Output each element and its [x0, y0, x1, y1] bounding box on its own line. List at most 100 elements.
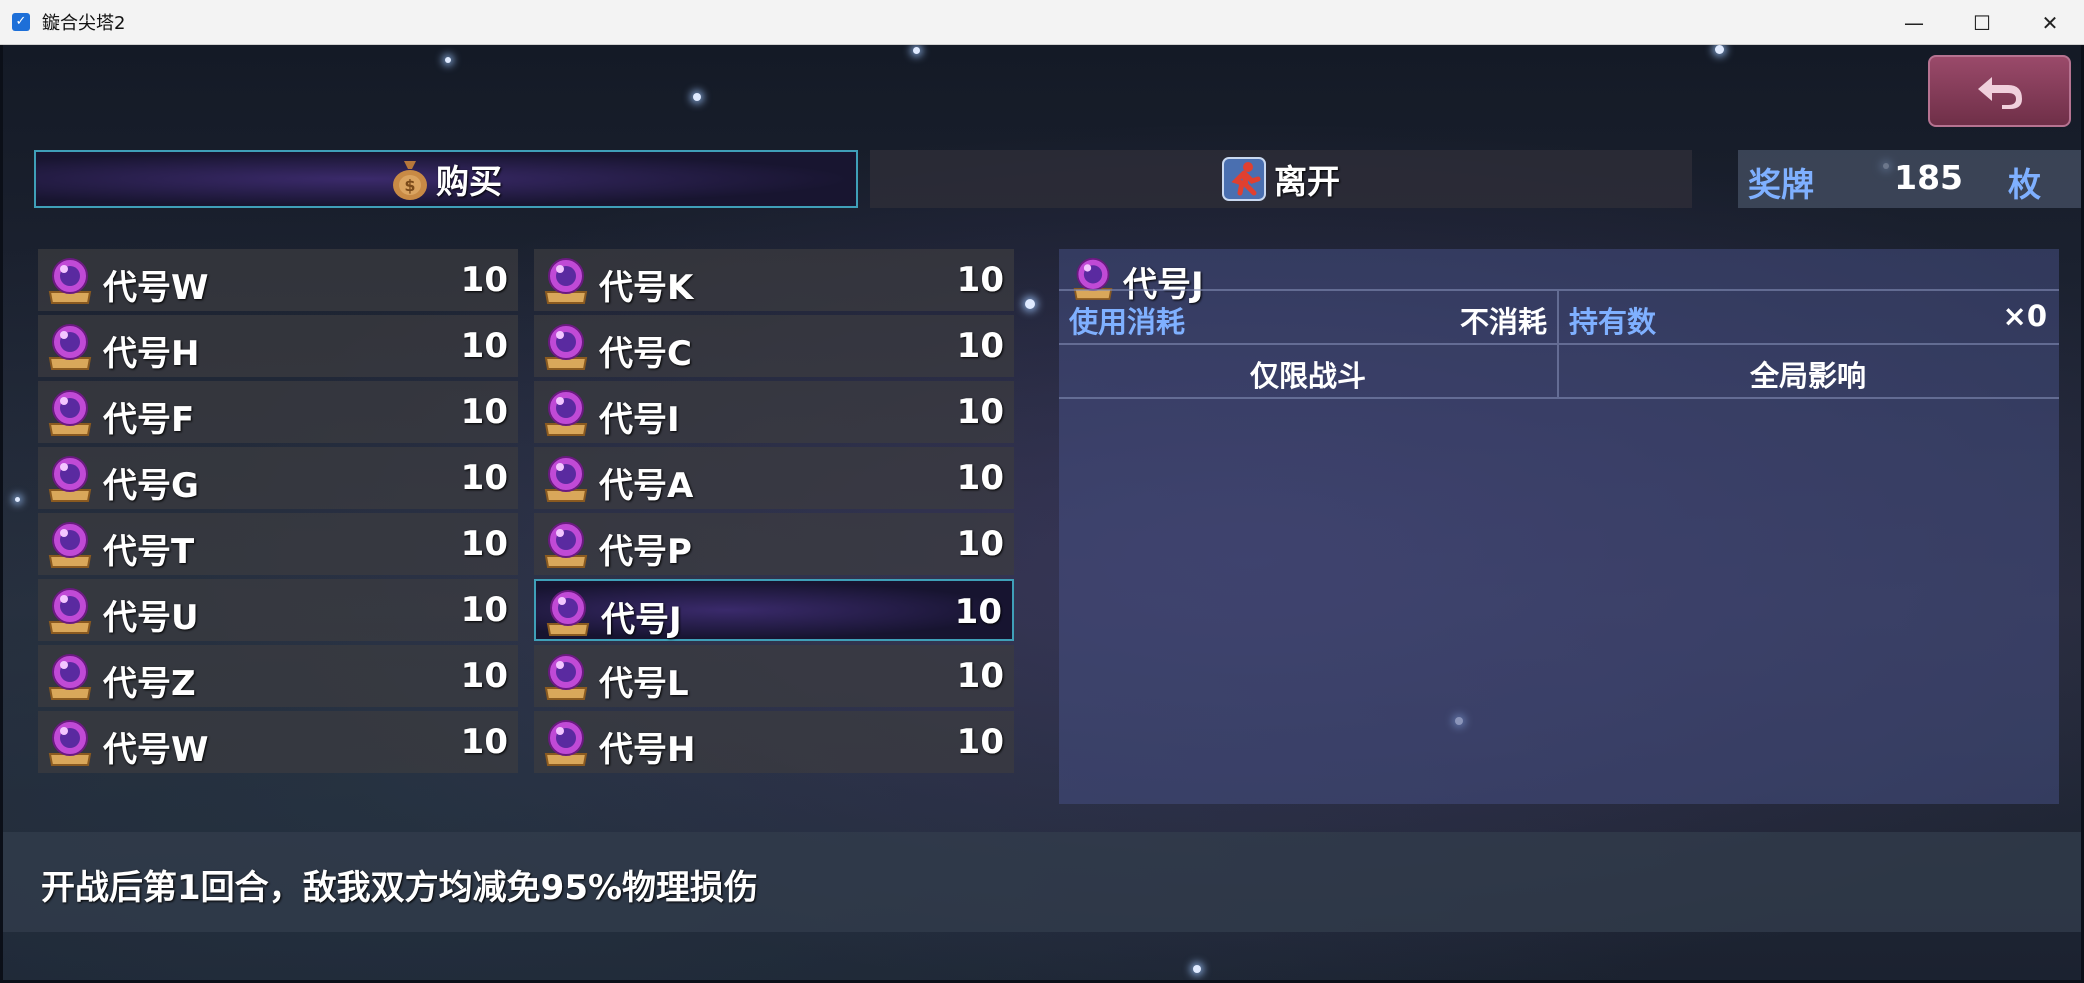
- star-decoration: [1715, 45, 1724, 54]
- use-cost-label: 使用消耗: [1069, 305, 1186, 339]
- shop-item[interactable]: 代号C 10: [534, 315, 1014, 377]
- crystal-ball-icon: [48, 258, 92, 304]
- item-price: 10: [460, 392, 508, 432]
- maximize-button[interactable]: ☐: [1948, 0, 2016, 45]
- shop-item[interactable]: 代号W 10: [38, 711, 518, 773]
- shop-item[interactable]: 代号H 10: [534, 711, 1014, 773]
- item-price: 10: [956, 656, 1004, 696]
- medal-label: 奖牌: [1748, 165, 1814, 204]
- item-price: 10: [956, 326, 1004, 366]
- item-price: 10: [954, 592, 1002, 632]
- tab-leave[interactable]: 离开: [870, 150, 1692, 208]
- crystal-ball-icon: [48, 390, 92, 436]
- item-name: 代号A: [599, 466, 694, 506]
- window-controls: — ☐ ✕: [1880, 0, 2084, 45]
- shop-item-list: 代号W 10 代号K 10 代号H 10 代号C 10 代号F 10 代号I 10 代号G 10 代号A 10…: [38, 249, 1016, 777]
- crystal-ball-icon: [48, 654, 92, 700]
- detail-row-cost: 使用消耗 不消耗 持有数 ×0: [1059, 289, 2059, 343]
- window-title: 鏇合尖塔2: [42, 13, 126, 34]
- crystal-ball-icon: [544, 720, 588, 766]
- item-price: 10: [956, 722, 1004, 762]
- shop-item[interactable]: 代号J 10: [534, 579, 1014, 641]
- item-price: 10: [956, 524, 1004, 564]
- app-icon: ✓: [12, 13, 30, 31]
- money-bag-icon: $: [393, 161, 427, 200]
- owned-label: 持有数: [1569, 305, 1657, 339]
- shop-item[interactable]: 代号W 10: [38, 249, 518, 311]
- shop-item[interactable]: 代号H 10: [38, 315, 518, 377]
- description-bar: 开战后第1回合，敌我双方均减免95%物理损伤: [3, 832, 2081, 932]
- item-detail-panel: 代号J 使用消耗 不消耗 持有数 ×0 仅限战斗 全局影响: [1059, 249, 2059, 804]
- description-text: 开战后第1回合，敌我双方均减免95%物理损伤: [41, 868, 759, 908]
- item-name: 代号T: [103, 532, 195, 572]
- item-name: 代号C: [599, 334, 692, 374]
- star-decoration: [15, 497, 20, 502]
- crystal-ball-icon: [544, 654, 588, 700]
- item-price: 10: [460, 260, 508, 300]
- medal-value: 185: [1894, 158, 1963, 197]
- item-name: 代号K: [599, 268, 694, 308]
- item-name: 代号H: [103, 334, 200, 374]
- star-decoration: [913, 47, 920, 54]
- close-button[interactable]: ✕: [2016, 0, 2084, 45]
- crystal-ball-icon: [546, 590, 590, 636]
- crystal-ball-icon: [544, 324, 588, 370]
- star-decoration: [693, 93, 701, 101]
- shop-item[interactable]: 代号K 10: [534, 249, 1014, 311]
- shop-item[interactable]: 代号U 10: [38, 579, 518, 641]
- tab-leave-label: 离开: [1274, 162, 1340, 201]
- scope-value: 仅限战斗: [1249, 359, 1366, 393]
- star-decoration: [1193, 965, 1201, 973]
- tab-buy-label: 购买: [436, 162, 502, 201]
- shop-item[interactable]: 代号T 10: [38, 513, 518, 575]
- item-price: 10: [460, 458, 508, 498]
- owned-value: ×0: [2002, 299, 2047, 333]
- svg-text:$: $: [404, 176, 415, 195]
- crystal-ball-icon: [544, 390, 588, 436]
- tab-buy[interactable]: $ 购买: [34, 150, 858, 208]
- medal-counter: 奖牌 185 枚: [1738, 150, 2081, 208]
- return-arrow-icon: [1977, 77, 2022, 109]
- item-price: 10: [460, 722, 508, 762]
- crystal-ball-icon: [48, 588, 92, 634]
- shop-item[interactable]: 代号F 10: [38, 381, 518, 443]
- crystal-ball-icon: [544, 522, 588, 568]
- shop-item[interactable]: 代号A 10: [534, 447, 1014, 509]
- item-price: 10: [460, 326, 508, 366]
- item-name: 代号G: [103, 466, 199, 506]
- item-name: 代号L: [599, 664, 689, 704]
- item-name: 代号Z: [103, 664, 196, 704]
- crystal-ball-icon: [544, 258, 588, 304]
- item-price: 10: [956, 260, 1004, 300]
- item-price: 10: [460, 590, 508, 630]
- crystal-ball-icon: [48, 456, 92, 502]
- item-name: 代号H: [599, 730, 696, 770]
- item-name: 代号P: [599, 532, 692, 572]
- crystal-ball-icon: [48, 522, 92, 568]
- shop-item[interactable]: 代号L 10: [534, 645, 1014, 707]
- minimize-button[interactable]: —: [1880, 0, 1948, 45]
- crystal-ball-icon: [544, 456, 588, 502]
- divider: [1557, 291, 1559, 343]
- window-titlebar: ✓ 鏇合尖塔2 — ☐ ✕: [0, 0, 2084, 45]
- shop-item[interactable]: 代号P 10: [534, 513, 1014, 575]
- crystal-ball-icon: [48, 720, 92, 766]
- shop-item[interactable]: 代号I 10: [534, 381, 1014, 443]
- item-name: 代号W: [103, 268, 209, 308]
- shop-item[interactable]: 代号G 10: [38, 447, 518, 509]
- item-name: 代号U: [103, 598, 199, 638]
- item-name: 代号J: [601, 600, 682, 640]
- item-price: 10: [956, 392, 1004, 432]
- back-button[interactable]: [1928, 55, 2071, 127]
- item-price: 10: [956, 458, 1004, 498]
- use-cost-value: 不消耗: [1459, 305, 1547, 339]
- item-price: 10: [460, 656, 508, 696]
- shop-item[interactable]: 代号Z 10: [38, 645, 518, 707]
- medal-unit: 枚: [2008, 165, 2041, 204]
- effect-range-value: 全局影响: [1749, 359, 1866, 393]
- item-price: 10: [460, 524, 508, 564]
- game-screen: $ 购买 离开 奖牌 185 枚 代号W 10 代号K 10 代号H 10 代号C 10 代号F…: [3, 45, 2081, 980]
- item-name: 代号W: [103, 730, 209, 770]
- item-name: 代号I: [599, 400, 680, 440]
- item-name: 代号F: [103, 400, 195, 440]
